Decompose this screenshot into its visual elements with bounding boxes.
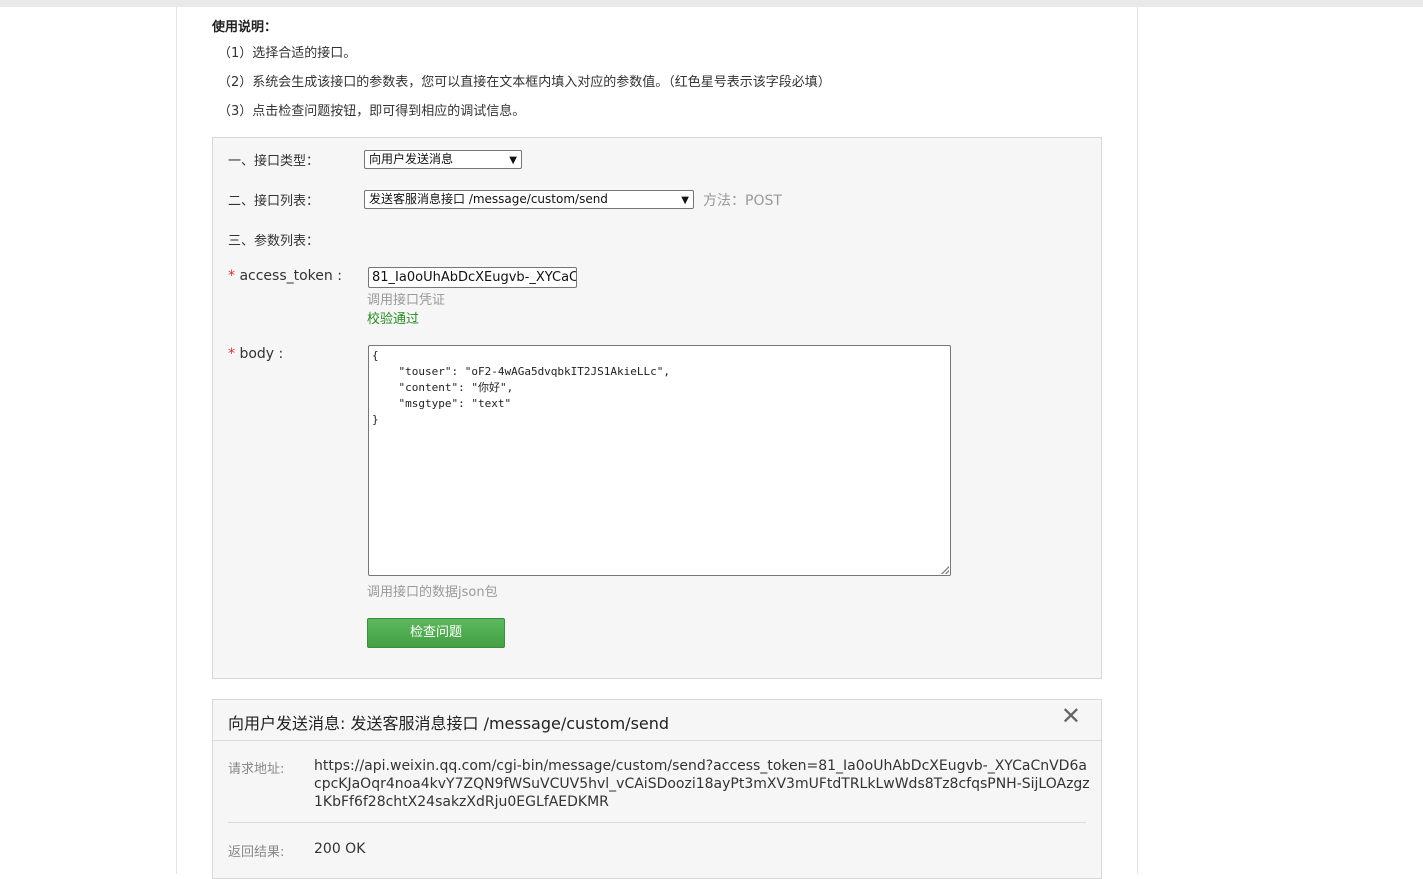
- access-token-validation-status: 校验通过: [367, 312, 420, 327]
- access-token-hint: 调用接口凭证: [367, 293, 446, 308]
- debug-form-panel: 一、接口类型： 向用户发送消息 ▼ 二、接口列表： 发送客服消息接口 /mess…: [212, 137, 1102, 679]
- chevron-down-icon: ▼: [509, 155, 517, 166]
- request-url: https://api.weixin.qq.com/cgi-bin/messag…: [314, 758, 1090, 810]
- access-token-label: * access_token :: [228, 268, 342, 284]
- close-icon[interactable]: ✕: [1061, 702, 1081, 730]
- body-label-text: body :: [235, 346, 284, 362]
- access-token-input[interactable]: 81_Ia0oUhAbDcXEugvb-_XYCaC: [368, 267, 577, 288]
- body-json: { "touser": "oF2-4wAGa5dvqbkIT2JS1AkieLL…: [372, 349, 671, 426]
- result-title: 向用户发送消息: 发送客服消息接口 /message/custom/send: [228, 714, 670, 733]
- required-mark: *: [228, 346, 235, 362]
- chevron-down-icon: ▼: [681, 195, 689, 206]
- interface-type-select[interactable]: 向用户发送消息 ▼: [364, 150, 522, 169]
- body-label: * body :: [228, 346, 283, 362]
- usage-title: 使用说明：: [212, 20, 278, 35]
- request-url-label: 请求地址:: [228, 762, 285, 777]
- interface-list-label: 二、接口列表：: [228, 194, 320, 209]
- check-problem-button[interactable]: 检查问题: [367, 618, 505, 648]
- main-content: 使用说明： （1）选择合适的接口。 （2）系统会生成该接口的参数表，您可以直接在…: [176, 7, 1138, 879]
- usage-step-2: （2）系统会生成该接口的参数表，您可以直接在文本框内填入对应的参数值。（红色星号…: [218, 75, 831, 90]
- body-textarea[interactable]: { "touser": "oF2-4wAGa5dvqbkIT2JS1AkieLL…: [368, 345, 951, 576]
- usage-step-1: （1）选择合适的接口。: [218, 46, 357, 61]
- usage-instructions: 使用说明： （1）选择合适的接口。 （2）系统会生成该接口的参数表，您可以直接在…: [212, 17, 1112, 126]
- result-panel: 向用户发送消息: 发送客服消息接口 /message/custom/send ✕…: [212, 699, 1102, 879]
- response-label: 返回结果:: [228, 845, 285, 860]
- top-bar: [0, 0, 1423, 7]
- required-mark: *: [228, 268, 235, 284]
- interface-type-label: 一、接口类型：: [228, 154, 320, 169]
- access-token-label-text: access_token :: [235, 268, 342, 284]
- params-label: 三、参数列表：: [228, 234, 320, 249]
- response-status: 200 OK: [314, 841, 366, 857]
- result-header: 向用户发送消息: 发送客服消息接口 /message/custom/send ✕: [213, 700, 1101, 741]
- result-divider: [228, 822, 1086, 823]
- interface-list-value: 发送客服消息接口 /message/custom/send: [369, 192, 608, 206]
- interface-type-value: 向用户发送消息: [369, 152, 454, 166]
- resize-handle-icon[interactable]: [941, 566, 949, 574]
- interface-list-select[interactable]: 发送客服消息接口 /message/custom/send ▼: [364, 190, 694, 209]
- http-method: 方法：POST: [703, 193, 782, 209]
- usage-step-3: （3）点击检查问题按钮，即可得到相应的调试信息。: [218, 104, 526, 119]
- body-hint: 调用接口的数据json包: [367, 585, 498, 600]
